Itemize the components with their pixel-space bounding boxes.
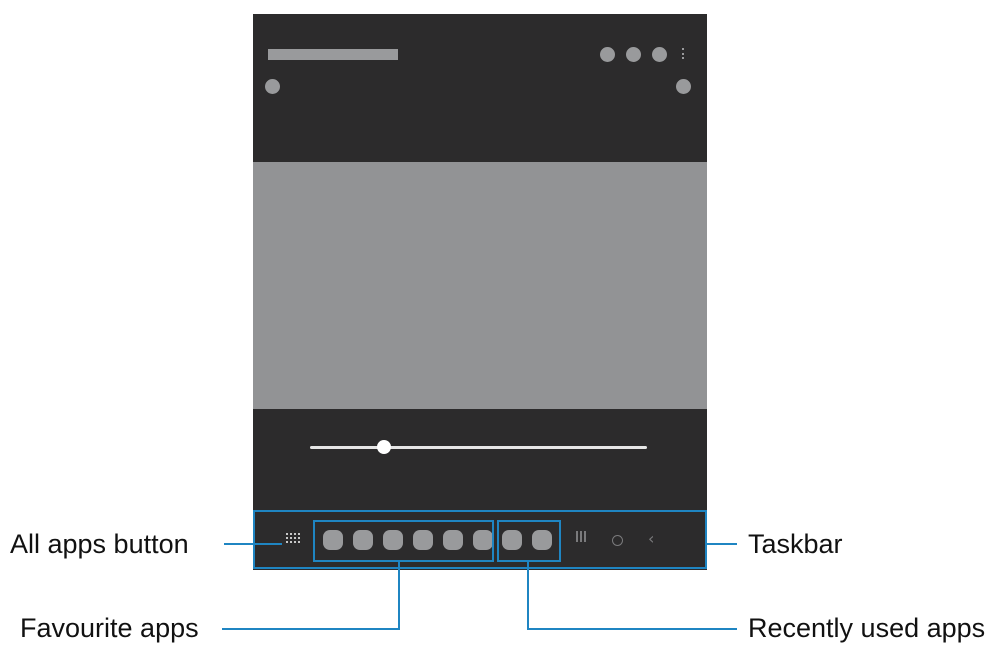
taskbar-label: Taskbar <box>748 529 843 559</box>
all-apps-button-label: All apps button <box>10 529 189 559</box>
taskbar-callout-line <box>707 543 737 545</box>
back-icon[interactable] <box>265 79 280 94</box>
recently-used-apps-label: Recently used apps <box>748 613 986 643</box>
recent-callout-line-vertical <box>527 562 529 630</box>
favourite-apps-label: Favourite apps <box>20 613 199 643</box>
seek-bar[interactable] <box>310 446 647 449</box>
favourite-callout-line-vertical <box>398 562 400 630</box>
video-area[interactable] <box>253 162 707 409</box>
toolbar-action-icon-2[interactable] <box>626 47 641 62</box>
app-title-placeholder <box>268 49 398 60</box>
more-options-icon[interactable] <box>682 48 685 61</box>
seek-bar-thumb[interactable] <box>377 440 392 454</box>
favourite-callout-line-horizontal <box>222 628 400 630</box>
favourite-apps-highlight <box>313 520 494 562</box>
recent-apps-highlight <box>497 520 561 562</box>
settings-icon[interactable] <box>676 79 691 94</box>
toolbar-action-icon-3[interactable] <box>652 47 667 62</box>
recent-callout-line-horizontal <box>527 628 737 630</box>
all-apps-callout-line <box>224 543 282 545</box>
device-screen <box>253 14 707 570</box>
toolbar-action-icon-1[interactable] <box>600 47 615 62</box>
